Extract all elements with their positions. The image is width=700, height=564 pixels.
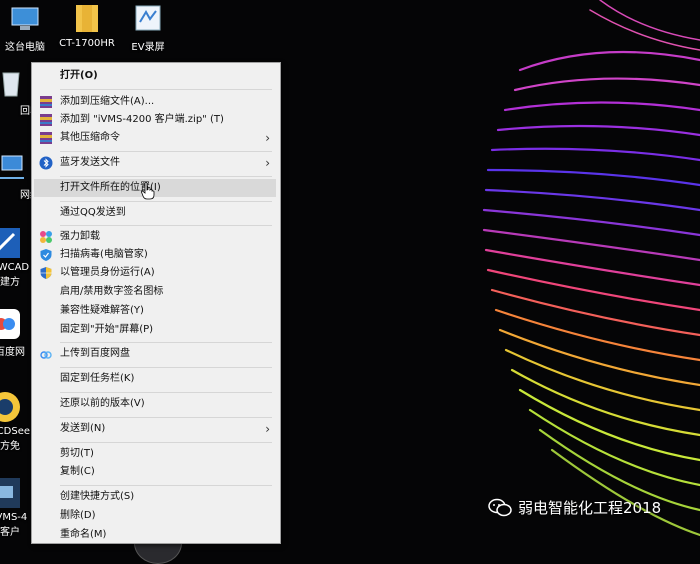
zwcad-icon <box>0 226 22 260</box>
menu-item-restore[interactable]: 还原以前的版本(V) <box>34 395 276 413</box>
desktop-icon-label: 百度网 <box>0 347 25 358</box>
menu-item-label: 上传到百度网盘 <box>60 348 130 359</box>
ivms-icon <box>0 476 22 510</box>
menu-item-copy[interactable]: 复制(C) <box>34 463 276 481</box>
desktop-icon-zwcad[interactable]: ZWCAD 建方 <box>0 226 32 288</box>
menu-separator <box>60 225 272 226</box>
menu-item-delete[interactable]: 删除(D) <box>34 507 276 525</box>
menu-item-label: 蓝牙发送文件 <box>60 157 120 168</box>
winrar-icon <box>40 132 52 144</box>
menu-item-label: 强力卸载 <box>60 231 100 242</box>
recycle-bin-icon <box>0 66 28 100</box>
menu-separator <box>60 176 272 177</box>
uninstall-icon <box>40 231 52 243</box>
menu-item-label: 发送到(N) <box>60 423 106 434</box>
menu-item-label: 固定到任务栏(K) <box>60 373 135 384</box>
menu-item-label: 剪切(T) <box>60 448 94 459</box>
chevron-right-icon: › <box>265 156 270 170</box>
menu-item-label: 复制(C) <box>60 466 95 477</box>
menu-item-label: 删除(D) <box>60 510 96 521</box>
computer-icon <box>8 2 42 36</box>
ev-recorder-icon <box>131 2 165 36</box>
chevron-right-icon: › <box>265 422 270 436</box>
menu-item-send-qq[interactable]: 通过QQ发送到 <box>34 204 276 222</box>
winrar-icon <box>40 114 52 126</box>
menu-item-label: 还原以前的版本(V) <box>60 398 145 409</box>
menu-separator <box>60 442 272 443</box>
menu-separator <box>60 367 272 368</box>
menu-item-compat[interactable]: 兼容性疑难解答(Y) <box>34 302 276 320</box>
desktop-icon-acdsee[interactable]: ACDSee 方免 <box>0 390 32 452</box>
menu-separator <box>60 417 272 418</box>
baidu-cloud-icon <box>40 351 52 359</box>
menu-separator <box>60 89 272 90</box>
menu-item-label: 兼容性疑难解答(Y) <box>60 305 144 316</box>
wechat-icon <box>488 498 512 516</box>
menu-item-label: 添加到压缩文件(A)... <box>60 96 155 107</box>
desktop-icon-ev-recorder[interactable]: EV录屏 <box>111 2 185 53</box>
desktop-icon-label: ACDSee 方免 <box>0 426 30 452</box>
menu-item-scan-virus[interactable]: 扫描病毒(电脑管家) <box>34 246 276 264</box>
menu-item-create-shortcut[interactable]: 创建快捷方式(S) <box>34 488 276 506</box>
folder-icon <box>70 2 104 36</box>
menu-item-rename[interactable]: 重命名(M) <box>34 526 276 543</box>
watermark: 弱电智能化工程2018 <box>488 497 661 518</box>
watermark-text: 弱电智能化工程2018 <box>518 499 662 517</box>
desktop-icon-label: ZWCAD 建方 <box>0 262 30 288</box>
menu-item-label: 重命名(M) <box>60 529 107 540</box>
menu-item-send-to[interactable]: 发送到(N) › <box>34 420 276 438</box>
menu-item-label: 其他压缩命令 <box>60 132 120 143</box>
menu-item-force-uninstall[interactable]: 强力卸载 <box>34 228 276 246</box>
menu-item-label: 打开(O) <box>60 70 98 81</box>
menu-item-pin-taskbar[interactable]: 固定到任务栏(K) <box>34 370 276 388</box>
baidu-netdisk-icon <box>0 307 22 341</box>
context-menu: 打开(O) 添加到压缩文件(A)... 添加到 "iVMS-4200 客户端.z… <box>31 62 281 544</box>
menu-item-label: 通过QQ发送到 <box>60 207 126 218</box>
desktop-icon-label: EV录屏 <box>131 42 165 53</box>
menu-item-toggle-signature[interactable]: 启用/禁用数字签名图标 <box>34 283 276 301</box>
menu-item-label: 固定到"开始"屏幕(P) <box>60 324 154 335</box>
hand-cursor-icon <box>141 182 155 200</box>
menu-separator <box>60 485 272 486</box>
menu-item-run-admin[interactable]: 以管理员身份运行(A) <box>34 264 276 282</box>
menu-item-upload-baidu[interactable]: 上传到百度网盘 <box>34 345 276 363</box>
menu-item-label: 创建快捷方式(S) <box>60 491 135 502</box>
menu-item-label: 扫描病毒(电脑管家) <box>60 249 148 260</box>
bluetooth-icon <box>39 156 53 170</box>
menu-item-open[interactable]: 打开(O) <box>34 67 276 85</box>
menu-separator <box>60 201 272 202</box>
menu-separator <box>60 151 272 152</box>
desktop-icon-ivms[interactable]: iVMS-4 客户 <box>0 476 32 538</box>
menu-item-label: 添加到 "iVMS-4200 客户端.zip" (T) <box>60 114 224 125</box>
menu-item-add-archive[interactable]: 添加到压缩文件(A)... <box>34 93 276 111</box>
chevron-right-icon: › <box>265 131 270 145</box>
menu-item-add-zip[interactable]: 添加到 "iVMS-4200 客户端.zip" (T) <box>34 111 276 129</box>
shield-icon <box>40 249 52 261</box>
uac-shield-icon <box>40 267 52 279</box>
menu-item-label: 启用/禁用数字签名图标 <box>60 286 164 297</box>
menu-item-label: 以管理员身份运行(A) <box>60 267 155 278</box>
network-icon <box>0 150 28 184</box>
menu-item-bluetooth[interactable]: 蓝牙发送文件 › <box>34 154 276 172</box>
acdsee-icon <box>0 390 22 424</box>
menu-separator <box>60 342 272 343</box>
menu-item-open-location[interactable]: 打开文件所在的位置(I) <box>34 179 276 197</box>
menu-item-cut[interactable]: 剪切(T) <box>34 445 276 463</box>
winrar-icon <box>40 96 52 108</box>
menu-item-other-compress[interactable]: 其他压缩命令 › <box>34 129 276 147</box>
menu-item-pin-start[interactable]: 固定到"开始"屏幕(P) <box>34 321 276 339</box>
desktop-icon-baidu-netdisk[interactable]: 百度网 <box>0 307 32 358</box>
menu-separator <box>60 392 272 393</box>
desktop-icon-label: iVMS-4 客户 <box>0 512 28 538</box>
